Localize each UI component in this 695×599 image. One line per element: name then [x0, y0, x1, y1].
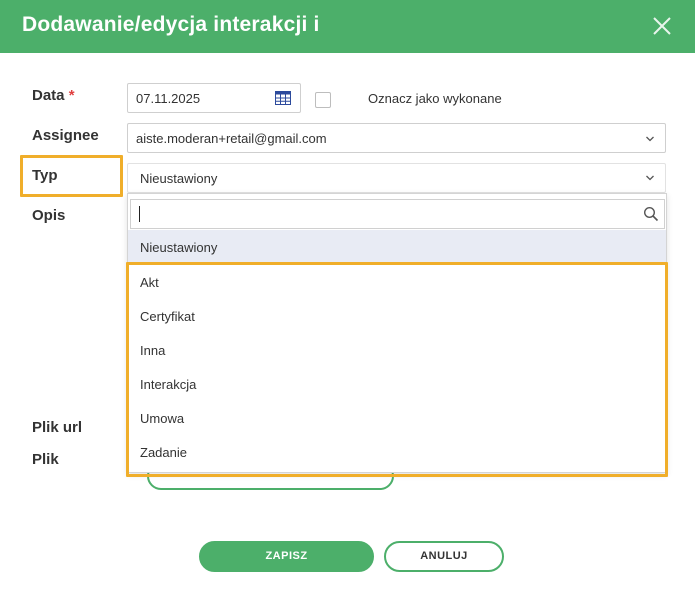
search-icon	[643, 206, 659, 222]
type-label: Typ	[32, 167, 58, 184]
file-url-label: Plik url	[32, 419, 83, 436]
file-label: Plik	[32, 451, 59, 468]
option-label: Nieustawiony	[140, 240, 218, 255]
options-highlight	[126, 262, 668, 477]
date-value: 07.11.2025	[136, 91, 201, 106]
text-caret	[139, 206, 140, 222]
calendar-icon[interactable]	[275, 91, 291, 105]
required-marker: *	[68, 87, 75, 104]
mark-done-checkbox[interactable]	[315, 92, 331, 108]
assignee-value: aiste.moderan+retail@gmail.com	[136, 131, 327, 146]
type-option-nieustawiony[interactable]: Nieustawiony	[128, 230, 666, 264]
close-icon[interactable]	[650, 14, 674, 38]
type-value: Nieustawiony	[140, 171, 218, 186]
assignee-select[interactable]: aiste.moderan+retail@gmail.com	[127, 123, 666, 153]
save-button[interactable]: ZAPISZ	[199, 541, 374, 572]
chevron-down-icon	[646, 175, 654, 181]
type-search-input[interactable]	[130, 199, 665, 229]
mark-done-label: Oznacz jako wykonane	[368, 91, 502, 106]
type-select[interactable]: Nieustawiony	[127, 163, 666, 193]
assignee-label: Assignee	[32, 127, 99, 144]
chevron-down-icon	[646, 136, 654, 142]
description-label: Opis	[32, 207, 66, 224]
date-label-text: Data	[32, 87, 65, 104]
dialog-header: Dodawanie/edycja interakcji i	[0, 0, 695, 53]
date-label: Data *	[32, 87, 75, 104]
dialog-title: Dodawanie/edycja interakcji i	[22, 13, 320, 36]
cancel-button[interactable]: ANULUJ	[384, 541, 504, 572]
date-input[interactable]: 07.11.2025	[127, 83, 301, 113]
